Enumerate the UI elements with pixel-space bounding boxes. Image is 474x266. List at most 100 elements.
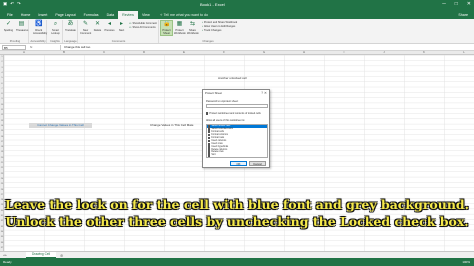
tab-review[interactable]: Review: [118, 11, 138, 19]
lock-icon: 🔒: [163, 21, 171, 27]
undo-icon[interactable]: ↶: [10, 1, 14, 7]
track-changes-icon: ▪: [202, 29, 203, 32]
tab-formulas[interactable]: Formulas: [80, 11, 103, 19]
track-changes-button[interactable]: ▪Track Changes: [202, 29, 221, 32]
save-icon[interactable]: ▣: [3, 1, 7, 7]
cell-change-values[interactable]: Change Values in This Cell Mate: [148, 123, 195, 128]
protect-contents-checkbox[interactable]: ✓ Protect worksheet and contents of lock…: [206, 112, 261, 115]
dialog-title: Protect Sheet: [205, 91, 222, 95]
arrow-left-icon: ◂: [107, 21, 111, 27]
thesaurus-icon: ▤: [18, 21, 25, 27]
caption-line-2: Unlock the other three cells by unchecki…: [5, 214, 469, 229]
comment-icon: ✎: [82, 21, 89, 27]
window-title: Book1 - Excel: [200, 2, 225, 7]
thesaurus-button[interactable]: ▤ Thesaurus: [16, 21, 28, 32]
checkbox-checked-icon: ✓: [206, 112, 209, 116]
show-hide-comment-button[interactable]: ▭Show/Hide Comment: [129, 22, 157, 25]
maximize-icon[interactable]: □: [455, 1, 458, 7]
allow-label: Allow all users of this worksheet to:: [206, 119, 245, 122]
smart-lookup-button[interactable]: ⌕ Smart Lookup: [50, 21, 61, 35]
name-box[interactable]: B5: [2, 45, 26, 50]
new-comment-button[interactable]: ✎ New Comment: [80, 21, 91, 35]
tutorial-caption: Leave the lock on for the cell with blue…: [0, 196, 474, 230]
add-sheet-icon[interactable]: ⊕: [60, 253, 63, 258]
formula-bar: B5 fx Change this cell too: [0, 44, 474, 51]
close-icon[interactable]: ✕: [467, 1, 471, 7]
minimize-icon[interactable]: ─: [442, 1, 446, 7]
tab-data[interactable]: Data: [103, 11, 119, 19]
share-icon: ⇆: [189, 21, 196, 27]
group-label: Accessibility: [30, 39, 46, 43]
translate-icon: あ: [67, 21, 74, 27]
allow-users-label: Allow Users to Edit Ranges: [203, 25, 236, 28]
show-all-comments-button[interactable]: ▭Show All Comments: [129, 26, 156, 29]
tab-insert[interactable]: Insert: [34, 11, 51, 19]
group-accessibility: ♿ Check Accessibility Accessibility: [30, 20, 47, 43]
previous-button[interactable]: ◂ Previous: [104, 21, 115, 32]
delete-button[interactable]: ✕ Delete: [92, 21, 103, 32]
permission-label: Insert hyperlinks: [211, 145, 229, 148]
share-workbook-label: Share Workbook: [187, 29, 199, 35]
group-language: あ Translate Language: [64, 20, 78, 43]
permission-label: Format rows: [211, 137, 225, 139]
delete-icon: ✕: [94, 21, 101, 27]
new-comment-label: New Comment: [80, 29, 92, 35]
cancel-button[interactable]: Cancel: [249, 161, 266, 166]
quick-access-toolbar: ▣ ↶ ↷: [3, 1, 21, 7]
title-bar: ▣ ↶ ↷ Book1 - Excel ─ □ ✕: [0, 0, 474, 9]
tab-home[interactable]: Home: [17, 11, 35, 19]
window-controls: ─ □ ✕: [442, 1, 471, 7]
translate-button[interactable]: あ Translate: [65, 21, 76, 32]
permissions-list[interactable]: ✓Select locked cells✓Select unlocked cel…: [206, 124, 268, 158]
protect-and-share-button[interactable]: ▪Protect and Share Workbook: [202, 21, 237, 24]
redo-icon[interactable]: ↷: [17, 1, 21, 7]
password-input[interactable]: [206, 104, 268, 108]
check-accessibility-label: Check Accessibility: [33, 29, 48, 35]
sheet-nav-arrows-icon[interactable]: ◂ ▸: [3, 253, 7, 257]
ribbon-tabs: File Home Insert Page Layout Formulas Da…: [0, 9, 474, 19]
accessibility-icon: ♿: [35, 21, 43, 27]
permission-label: Insert rows: [211, 142, 223, 145]
share-workbook-button[interactable]: ⇆ Share Workbook: [187, 21, 199, 35]
status-ready: Ready: [3, 259, 12, 264]
protect-sheet-button[interactable]: 🔒 Protect Sheet: [160, 20, 173, 36]
tell-me-search[interactable]: ✧ Tell me what you want to do: [160, 11, 208, 19]
zoom-level[interactable]: 100%: [462, 260, 470, 264]
protect-and-share-label: Protect and Share Workbook: [203, 21, 238, 24]
permission-label: Insert columns: [211, 139, 227, 142]
cell-locked[interactable]: Cannot Change Values in This Cell: [29, 123, 92, 128]
protect-share-icon: ▪: [202, 21, 203, 24]
formula-input[interactable]: Change this cell too: [60, 45, 472, 50]
permission-label: Format columns: [211, 134, 228, 137]
group-label: Insights: [50, 39, 60, 43]
fx-icon[interactable]: fx: [30, 45, 32, 50]
checkbox-icon[interactable]: [208, 154, 211, 157]
check-accessibility-button[interactable]: ♿ Check Accessibility: [33, 21, 48, 35]
ribbon: ✓ Spelling ▤ Thesaurus Proofing ♿ Check Acc…: [0, 19, 474, 44]
spelling-label: Spelling: [3, 29, 14, 32]
ok-button[interactable]: OK: [230, 161, 247, 166]
group-label: Language: [64, 39, 77, 43]
workbook-lock-icon: ▦: [176, 21, 183, 27]
group-label: Changes: [202, 39, 214, 43]
search-icon: ⌕: [53, 21, 58, 27]
cell-another-unlocked[interactable]: Another unlocked cell: [216, 76, 249, 81]
permission-label: Format cells: [211, 131, 224, 134]
allow-users-edit-button[interactable]: ▪Allow Users to Edit Ranges: [202, 25, 235, 28]
share-button[interactable]: Share: [458, 11, 468, 19]
protect-sheet-label: Protect Sheet: [162, 29, 171, 35]
tab-view[interactable]: View: [138, 11, 154, 19]
caption-line-1: Leave the lock on for the cell with blue…: [4, 197, 470, 212]
smart-lookup-label: Smart Lookup: [51, 29, 60, 35]
permission-item[interactable]: Sort: [207, 154, 267, 157]
previous-label: Previous: [104, 29, 115, 32]
group-label: Proofing: [9, 39, 21, 43]
tab-page-layout[interactable]: Page Layout: [51, 11, 79, 19]
close-icon[interactable]: ? ✕: [261, 91, 267, 95]
protect-workbook-label: Protect Workbook: [174, 29, 186, 35]
permission-label: Sort: [211, 154, 216, 157]
tab-file[interactable]: File: [3, 11, 17, 19]
protect-workbook-button[interactable]: ▦ Protect Workbook: [174, 21, 186, 35]
spelling-button[interactable]: ✓ Spelling: [3, 21, 14, 32]
next-button[interactable]: ▸ Next: [116, 21, 127, 32]
